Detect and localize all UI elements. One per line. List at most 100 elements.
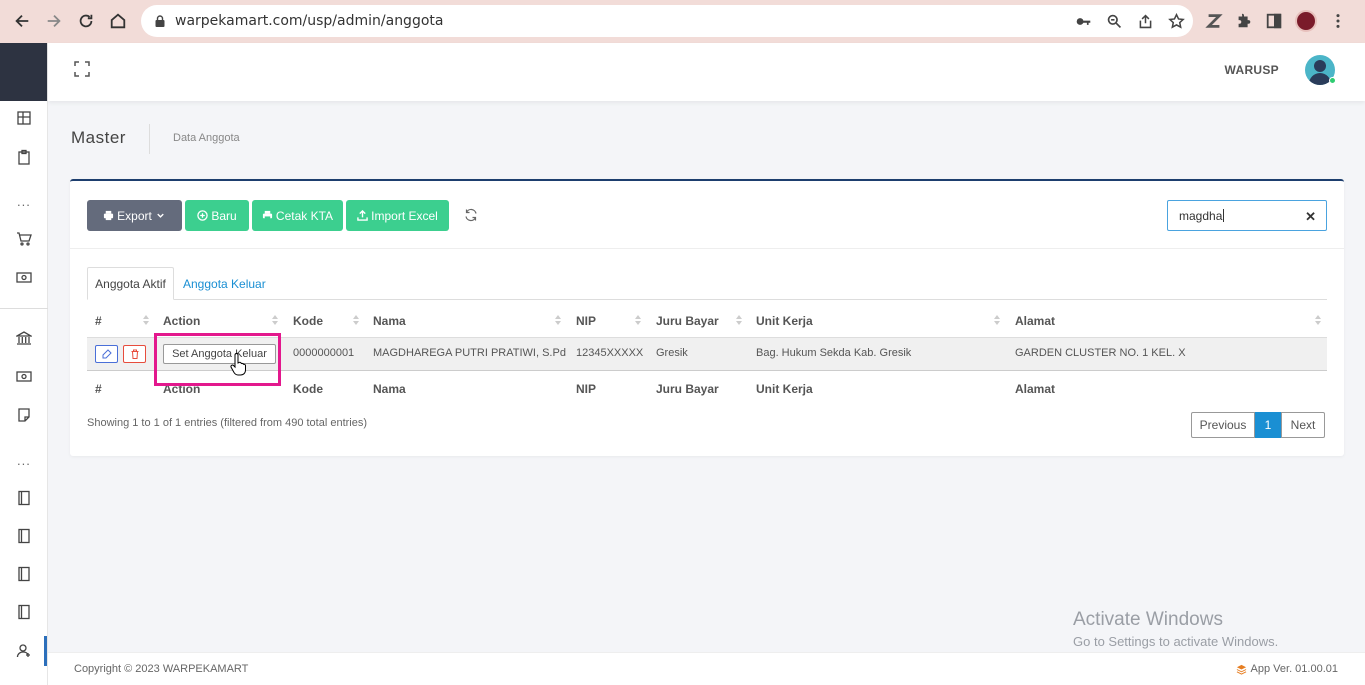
reload-icon[interactable]	[70, 5, 102, 37]
online-status-dot	[1329, 77, 1336, 84]
import-excel-button[interactable]: Import Excel	[346, 200, 449, 231]
pagination: Previous 1 Next	[1191, 412, 1325, 438]
page-1-button[interactable]: 1	[1255, 412, 1281, 438]
app-version: App Ver. 01.00.01	[1236, 663, 1338, 675]
home-icon[interactable]	[102, 5, 134, 37]
dashboard-icon[interactable]	[0, 103, 48, 133]
tab-anggota-aktif[interactable]: Anggota Aktif	[87, 267, 174, 300]
tab-underline	[87, 299, 1327, 300]
sort-icon[interactable]	[554, 314, 562, 326]
col-header-nama[interactable]: Nama	[373, 314, 406, 328]
new-label: Baru	[211, 208, 237, 223]
section-divider-dots: ...	[17, 194, 31, 209]
col-footer-nip: NIP	[576, 382, 597, 396]
col-header-juru-bayar[interactable]: Juru Bayar	[656, 314, 719, 328]
breadcrumb: Data Anggota	[173, 132, 240, 144]
col-header-unit-kerja[interactable]: Unit Kerja	[756, 314, 813, 328]
version-text: App Ver. 01.00.01	[1250, 663, 1338, 675]
lock-icon	[155, 15, 165, 27]
cart-icon[interactable]	[0, 224, 48, 254]
sidebar-active-indicator	[44, 636, 47, 666]
share-icon[interactable]	[1137, 13, 1154, 30]
book-icon-2[interactable]	[0, 521, 48, 551]
book-icon-3[interactable]	[0, 559, 48, 589]
cell-nama: MAGDHAREGA PUTRI PRATIWI, S.Pd	[373, 347, 566, 359]
sort-icon[interactable]	[1314, 314, 1322, 326]
key-icon[interactable]	[1075, 13, 1092, 30]
sort-icon[interactable]	[352, 314, 360, 326]
forward-icon[interactable]	[38, 5, 70, 37]
tab-anggota-keluar[interactable]: Anggota Keluar	[183, 277, 266, 291]
app-footer: Copyright © 2023 WARPEKAMART App Ver. 01…	[48, 652, 1365, 685]
menu-kebab-icon[interactable]	[1329, 12, 1347, 30]
zoom-icon[interactable]	[1106, 13, 1123, 30]
clipboard-icon[interactable]	[0, 142, 48, 172]
col-footer-index: #	[95, 382, 102, 396]
refresh-icon[interactable]	[464, 208, 478, 222]
col-footer-nama: Nama	[373, 382, 406, 396]
back-icon[interactable]	[6, 5, 38, 37]
address-bar[interactable]: warpekamart.com/usp/admin/anggota	[141, 5, 1193, 37]
clear-search-icon[interactable]: ✕	[1305, 209, 1316, 225]
sidebar-brand	[0, 43, 47, 101]
set-anggota-keluar-button[interactable]: Set Anggota Keluar	[163, 344, 276, 364]
col-header-nip[interactable]: NIP	[576, 314, 596, 328]
export-button[interactable]: Export	[87, 200, 182, 231]
bookmark-star-icon[interactable]	[1168, 12, 1185, 30]
layers-icon	[1236, 664, 1246, 675]
sort-icon[interactable]	[634, 314, 642, 326]
upload-icon	[357, 210, 368, 221]
cell-unit-kerja: Bag. Hukum Sekda Kab. Gresik	[756, 347, 912, 359]
sidepanel-icon[interactable]	[1265, 12, 1283, 30]
col-header-index[interactable]: #	[95, 314, 102, 328]
cell-kode: 0000000001	[293, 347, 355, 359]
col-footer-kode: Kode	[293, 382, 323, 396]
export-label: Export	[117, 208, 152, 223]
table-info: Showing 1 to 1 of 1 entries (filtered fr…	[87, 417, 368, 429]
print-kta-button[interactable]: Cetak KTA	[252, 200, 343, 231]
watermark-subtitle: Go to Settings to activate Windows.	[1073, 634, 1279, 649]
text-caret	[1223, 209, 1225, 222]
cell-juru-bayar: Gresik	[656, 347, 688, 359]
search-input[interactable]: magdha ✕	[1167, 200, 1327, 231]
sidebar-separator	[0, 308, 48, 309]
col-header-action[interactable]: Action	[163, 314, 200, 328]
user-name[interactable]: WARUSP	[1225, 63, 1279, 77]
edit-icon	[102, 349, 112, 359]
delete-button[interactable]	[123, 345, 146, 363]
toolbar-separator	[70, 248, 1344, 249]
money-icon[interactable]	[0, 262, 48, 292]
book-icon-1[interactable]	[0, 483, 48, 513]
note-icon[interactable]	[0, 400, 48, 430]
browser-profile-avatar[interactable]	[1295, 10, 1317, 32]
browser-toolbar: warpekamart.com/usp/admin/anggota	[0, 0, 1365, 43]
book-icon-4[interactable]	[0, 597, 48, 627]
bank-icon[interactable]	[0, 323, 48, 353]
extension-z-icon[interactable]	[1205, 12, 1223, 30]
search-value: magdha	[1179, 208, 1223, 223]
col-footer-alamat: Alamat	[1015, 382, 1056, 396]
col-header-alamat[interactable]: Alamat	[1015, 314, 1055, 328]
fullscreen-icon[interactable]	[74, 61, 90, 77]
sort-icon[interactable]	[993, 314, 1001, 326]
sort-icon[interactable]	[735, 314, 743, 326]
printer-icon-2	[262, 210, 273, 221]
edit-button[interactable]	[95, 345, 118, 363]
table-footer-row: # Action Kode Nama NIP Juru Bayar Unit K…	[87, 371, 1327, 403]
cash-icon[interactable]	[0, 361, 48, 391]
page-title: Master	[71, 128, 126, 147]
table-header-row: # Action Kode Nama NIP Juru Bayar Unit K…	[87, 303, 1327, 338]
print-kta-label: Cetak KTA	[275, 208, 334, 223]
user-add-icon[interactable]	[0, 636, 48, 666]
previous-page-button[interactable]: Previous	[1191, 412, 1255, 438]
table-row: Set Anggota Keluar 0000000001 MAGDHAREGA…	[87, 338, 1327, 371]
new-button[interactable]: Baru	[185, 200, 249, 231]
printer-icon	[104, 210, 114, 221]
title-separator	[149, 124, 150, 154]
next-page-button[interactable]: Next	[1281, 412, 1325, 438]
sort-icon[interactable]	[142, 314, 150, 326]
watermark-title: Activate Windows	[1073, 609, 1223, 630]
sort-icon[interactable]	[271, 314, 279, 326]
puzzle-icon[interactable]	[1235, 12, 1253, 30]
col-header-kode[interactable]: Kode	[293, 314, 323, 328]
